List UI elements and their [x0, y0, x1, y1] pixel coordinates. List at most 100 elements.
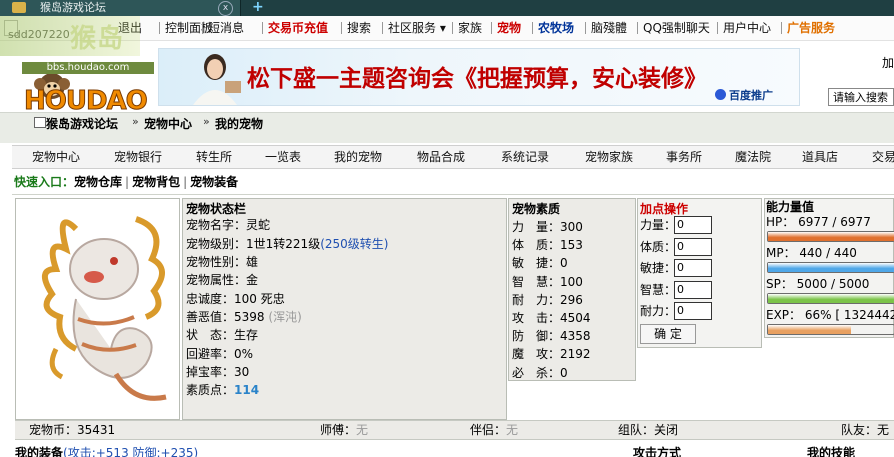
subnav-item-5[interactable]: 物品合成 — [417, 146, 465, 168]
divider — [12, 194, 894, 195]
banner-ad[interactable]: 松下盛一主题咨询会《把握预算，安心装修》 百度推广 — [158, 48, 800, 106]
quick-entry: 快速入口：宠物仓库 | 宠物背包 | 宠物装备 — [14, 175, 239, 189]
topnav-item-9[interactable]: 脑殘體 — [591, 16, 627, 40]
topnav-item-5[interactable]: 社区服务 ▾ — [388, 16, 446, 40]
subnav-item-3[interactable]: 一览表 — [265, 146, 301, 168]
topnav-separator — [585, 22, 586, 34]
topnav-item-12[interactable]: 广告服务 — [787, 16, 835, 40]
ability-panel: 能力量值 HP： 6977 / 6977 MP： 440 / 440 SP： 5… — [764, 198, 894, 338]
quick-link-warehouse[interactable]: 宠物仓库 — [74, 175, 122, 189]
add-point-input[interactable]: 0 — [674, 237, 712, 256]
watermark-username: sdd207220 — [8, 28, 70, 41]
my-equipment: 我的装备(攻击:+513 防御:+235) — [15, 446, 199, 457]
dragon-pet-icon — [42, 216, 167, 401]
site-logo[interactable]: sdd207220 猴岛 bbs.houdao.com HOUDAO — [0, 16, 160, 117]
status-title: 宠物状态栏 — [186, 202, 247, 216]
add-points-panel: 加点操作 确 定 力量： 0 体质： 0 敏捷： 0 智慧： 0 耐力： 0 — [637, 198, 762, 348]
subnav-item-2[interactable]: 转生所 — [196, 146, 232, 168]
status-drop: 掉宝率：30 — [186, 365, 250, 379]
exp-bar-fill — [768, 325, 852, 334]
topnav-separator — [532, 22, 533, 34]
topnav-item-2[interactable]: 短消息 — [208, 16, 244, 40]
close-tab-icon[interactable]: x — [218, 1, 233, 16]
status-loyalty: 忠诚度：100 死忠 — [186, 292, 285, 306]
confirm-button[interactable]: 确 定 — [640, 324, 696, 344]
ad-label: 百度推广 — [729, 89, 773, 102]
partner: 伴侣：无 — [470, 423, 519, 437]
topnav-item-7[interactable]: 宠物 — [497, 16, 521, 40]
add-point-input[interactable]: 0 — [674, 302, 712, 320]
topnav-separator — [452, 22, 453, 34]
status-state: 状 态：生存 — [186, 328, 259, 342]
search-input[interactable]: 请输入搜索 — [828, 88, 894, 106]
status-level: 宠物级别：1世1转221级(250级转生) — [186, 237, 389, 251]
subnav-item-11[interactable]: 交易 — [872, 146, 894, 168]
exp-bar — [767, 324, 894, 335]
attribute-row: 防 御：4358 — [512, 329, 591, 344]
banner-person-image — [193, 54, 241, 105]
breadcrumb: » 猴岛游戏论坛 » 宠物中心 » 我的宠物 — [0, 112, 894, 143]
banner-headline: 松下盛一主题咨询会《把握预算，安心装修》 — [247, 65, 707, 92]
subnav-item-4[interactable]: 我的宠物 — [334, 146, 382, 168]
status-gender: 宠物性别：雄 — [186, 255, 259, 269]
topnav-item-6[interactable]: 家族 — [458, 16, 482, 40]
new-tab-button[interactable]: + — [252, 0, 264, 15]
add-point-label: 耐力： — [640, 304, 677, 318]
status-dodge: 回避率：0% — [186, 347, 254, 361]
quick-link-backpack[interactable]: 宠物背包 — [132, 175, 180, 189]
subnav-item-10[interactable]: 道具店 — [802, 146, 838, 168]
subnav-item-9[interactable]: 魔法院 — [735, 146, 771, 168]
add-point-label: 力量： — [640, 218, 677, 232]
hp-label: HP： 6977 / 6977 — [766, 215, 871, 229]
add-point-label: 智慧： — [640, 282, 677, 297]
my-skills: 我的技能 — [807, 446, 856, 457]
attribute-row: 攻 击：4504 — [512, 311, 591, 325]
add-point-label: 体质： — [640, 239, 677, 254]
crumb-my-pet[interactable]: 我的宠物 — [215, 115, 263, 132]
right-cut-label: 加 — [882, 56, 894, 70]
topnav-item-4[interactable]: 搜索 — [347, 16, 371, 40]
subnav-item-1[interactable]: 宠物银行 — [114, 146, 162, 168]
subnav-item-7[interactable]: 宠物家族 — [585, 146, 633, 168]
equipment-row: 我的装备(攻击:+513 防御:+235) 攻击方式 我的技能 — [15, 446, 894, 457]
status-karma: 善恶值：5398 (浑沌) — [186, 310, 302, 324]
watermark-text: 猴岛 — [70, 24, 125, 54]
add-point-input[interactable]: 0 — [674, 216, 712, 234]
status-element: 宠物属性：金 — [186, 273, 259, 287]
quick-link-equipment[interactable]: 宠物装备 — [190, 175, 238, 189]
quick-entry-label: 快速入口： — [14, 175, 75, 189]
mp-bar-fill — [768, 263, 894, 272]
crumb-pet-center[interactable]: 宠物中心 — [144, 115, 192, 132]
pet-image — [15, 198, 180, 420]
mp-label: MP： 440 / 440 — [766, 246, 857, 260]
sp-label: SP： 5000 / 5000 — [766, 277, 870, 291]
add-point-label: 敏捷： — [640, 261, 677, 275]
status-points: 素质点：114 — [186, 383, 260, 397]
subnav-item-0[interactable]: 宠物中心 — [32, 146, 80, 168]
pet-attributes-panel: 宠物素质 力 量：300 体 质：153 敏 捷：0 智 慧：100 耐 力：296 攻 … — [508, 198, 636, 381]
pet-subnav: 宠物中心 宠物银行 转生所 一览表 我的宠物 物品合成 系统记录 宠物家族 事务所 魔法院 道具店 交… — [12, 145, 894, 169]
browser-tab[interactable]: 猴岛游戏论坛 x — [0, 0, 241, 16]
add-point-input[interactable]: 0 — [674, 259, 712, 277]
add-point-input[interactable]: 0 — [674, 280, 712, 299]
exp-label: EXP： 66% [ 1324442 — [766, 308, 894, 322]
pet-status-panel: 宠物状态栏 宠物名字：灵蛇 宠物级别：1世1转221级(250级转生) 宠物性别… — [182, 198, 507, 420]
attribute-row: 智 慧：100 — [512, 274, 583, 289]
topnav-separator — [491, 22, 492, 34]
mp-bar — [767, 262, 894, 273]
hp-bar — [767, 231, 894, 242]
topnav-item-10[interactable]: QQ强制聊天 — [643, 16, 710, 40]
subnav-item-6[interactable]: 系统记录 — [501, 146, 549, 168]
sp-bar — [767, 293, 894, 304]
topnav-item-3[interactable]: 交易币充值 — [268, 16, 328, 40]
topnav-separator — [262, 22, 263, 34]
topnav-separator — [637, 22, 638, 34]
topnav-item-8[interactable]: 农牧场 — [538, 16, 574, 40]
topnav-item-1[interactable]: 控制面板 — [165, 16, 213, 40]
topnav-item-11[interactable]: 用户中心 — [723, 16, 771, 40]
attribute-row: 力 量：300 — [512, 220, 583, 234]
crumb-forum[interactable]: 猴岛游戏论坛 — [46, 115, 118, 132]
subnav-item-8[interactable]: 事务所 — [666, 146, 702, 168]
sp-bar-fill — [768, 294, 894, 303]
browser-tab-title: 猴岛游戏论坛 — [40, 1, 106, 14]
